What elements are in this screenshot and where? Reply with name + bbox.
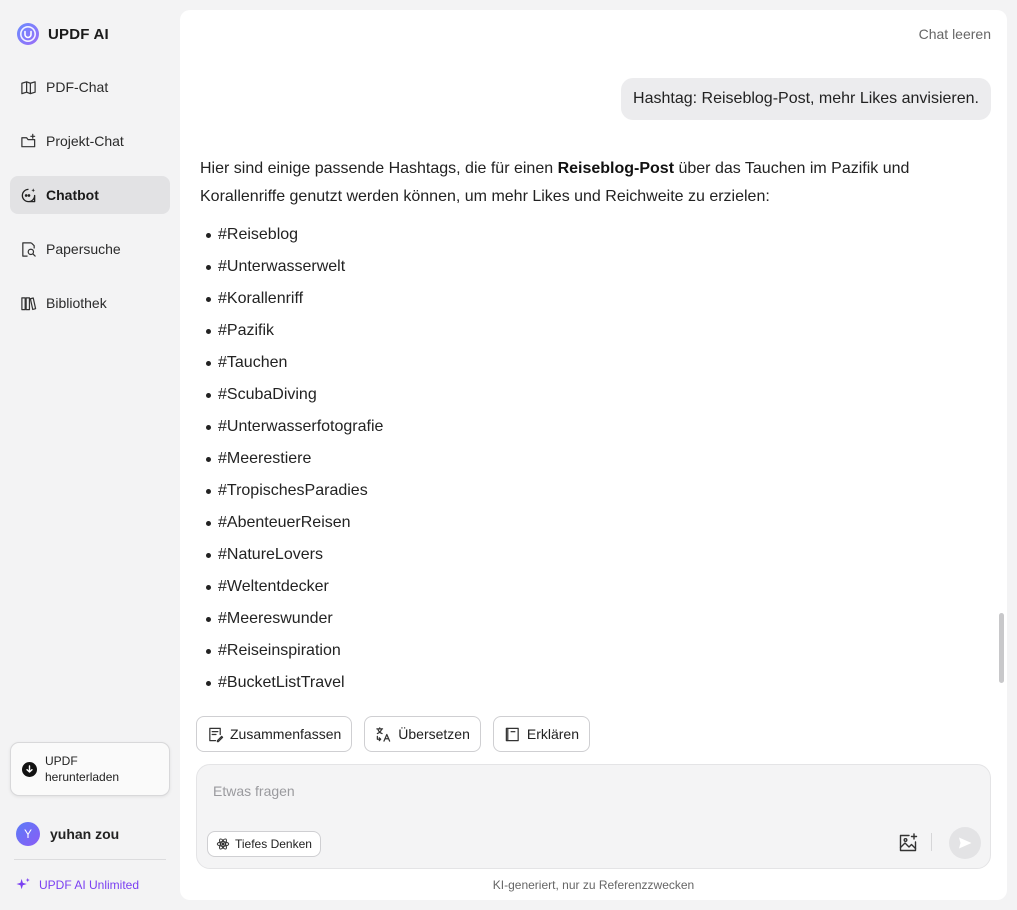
hashtag-item: #BucketListTravel [200, 667, 940, 699]
folder-plus-icon [21, 133, 36, 147]
sidebar-item-projekt-chat[interactable]: Projekt-Chat [10, 122, 170, 160]
paper-search-icon [22, 241, 36, 257]
atom-icon [216, 838, 230, 850]
hashtag-item: #Meereswunder [200, 603, 940, 635]
sidebar-item-papersuche[interactable]: Papersuche [10, 230, 170, 268]
deep-think-label: Tiefes Denken [235, 837, 312, 851]
hashtag-item: #Pazifik [200, 315, 940, 347]
upgrade-label: UPDF AI Unlimited [39, 877, 140, 892]
explain-label: Erklären [526, 726, 580, 742]
user-name: yuhan zou [50, 826, 120, 842]
explain-button[interactable]: Erklären [492, 716, 591, 752]
chat-input[interactable] [213, 781, 913, 801]
user-message-bubble: Hashtag: Reiseblog-Post, mehr Likes anvi… [621, 78, 991, 120]
summarize-button[interactable]: Zusammenfassen [196, 716, 353, 752]
sidebar-item-bibliothek[interactable]: Bibliothek [10, 284, 170, 322]
hashtag-item: #Tauchen [200, 347, 940, 379]
book-open-icon [21, 80, 36, 94]
hashtag-item: #Meerestiere [200, 443, 940, 475]
hashtag-item: #Unterwasserwelt [200, 251, 940, 283]
upgrade-unlimited-link[interactable]: UPDF AI Unlimited [16, 877, 139, 892]
chat-panel: Chat leeren Hashtag: Reiseblog-Post, meh… [180, 10, 1007, 900]
translate-label: Übersetzen [398, 726, 470, 742]
app-window: UPDF AI PDF-Chat Projekt-Chat Chatbot Pa… [0, 0, 1017, 910]
sidebar-item-label: PDF-Chat [46, 79, 109, 95]
translate-button[interactable]: Übersetzen [364, 716, 481, 752]
quick-actions: Zusammenfassen Übersetzen Erklären [196, 716, 591, 752]
answer-intro: Hier sind einige passende Hashtags, die … [200, 155, 940, 211]
chat-input-box: Tiefes Denken [196, 764, 991, 869]
sidebar-item-chatbot[interactable]: Chatbot [10, 176, 170, 214]
sidebar-item-label: Papersuche [46, 241, 121, 257]
ai-disclaimer: KI-generiert, nur zu Referenzzwecken [492, 878, 695, 892]
hashtag-item: #NatureLovers [200, 539, 940, 571]
answer-intro-bold: Reiseblog-Post [557, 160, 675, 177]
hashtag-item: #Unterwasserfotografie [200, 411, 940, 443]
send-button[interactable] [949, 827, 981, 859]
updf-logo-icon [17, 23, 39, 45]
sidebar-item-pdf-chat[interactable]: PDF-Chat [10, 68, 170, 106]
deep-think-toggle[interactable]: Tiefes Denken [207, 831, 321, 857]
sidebar-divider [14, 859, 166, 860]
download-label: UPDF herunterladen [45, 754, 120, 784]
summarize-icon [209, 727, 224, 742]
sidebar-item-label: Bibliothek [46, 295, 107, 311]
input-separator [931, 833, 932, 851]
brand[interactable]: UPDF AI [16, 22, 109, 46]
sidebar-item-label: Projekt-Chat [46, 133, 124, 149]
hashtag-list: #Reiseblog #Unterwasserwelt #Korallenrif… [200, 219, 940, 699]
library-icon [21, 296, 37, 310]
sidebar: UPDF AI PDF-Chat Projekt-Chat Chatbot Pa… [0, 0, 180, 910]
sidebar-nav: PDF-Chat Projekt-Chat Chatbot Papersuche… [10, 68, 170, 338]
sidebar-item-label: Chatbot [46, 187, 99, 203]
send-icon [959, 837, 972, 849]
download-icon [22, 761, 37, 777]
clear-chat-button[interactable]: Chat leeren [919, 26, 991, 42]
translate-icon [376, 726, 391, 742]
brand-name: UPDF AI [48, 25, 109, 43]
hashtag-item: #TropischesParadies [200, 475, 940, 507]
explain-book-icon [505, 727, 519, 741]
hashtag-item: #Reiseinspiration [200, 635, 940, 667]
sparkle-icon [16, 877, 30, 890]
hashtag-item: #Reiseblog [200, 219, 940, 251]
hashtag-item: #Weltentdecker [200, 571, 940, 603]
answer-intro-text: Hier sind einige passende Hashtags, die … [200, 160, 558, 177]
user-profile[interactable]: Y yuhan zou [16, 822, 119, 846]
summarize-label: Zusammenfassen [230, 726, 342, 742]
avatar: Y [16, 822, 40, 846]
assistant-answer: Hier sind einige passende Hashtags, die … [200, 155, 940, 699]
download-updf-button[interactable]: UPDF herunterladen [10, 742, 170, 796]
hashtag-item: #Korallenriff [200, 283, 940, 315]
hashtag-item: #AbenteuerReisen [200, 507, 940, 539]
chat-scrollbar[interactable] [999, 613, 1004, 683]
hashtag-item: #ScubaDiving [200, 379, 940, 411]
image-upload-icon[interactable] [897, 832, 919, 854]
chatbot-icon [21, 187, 36, 202]
